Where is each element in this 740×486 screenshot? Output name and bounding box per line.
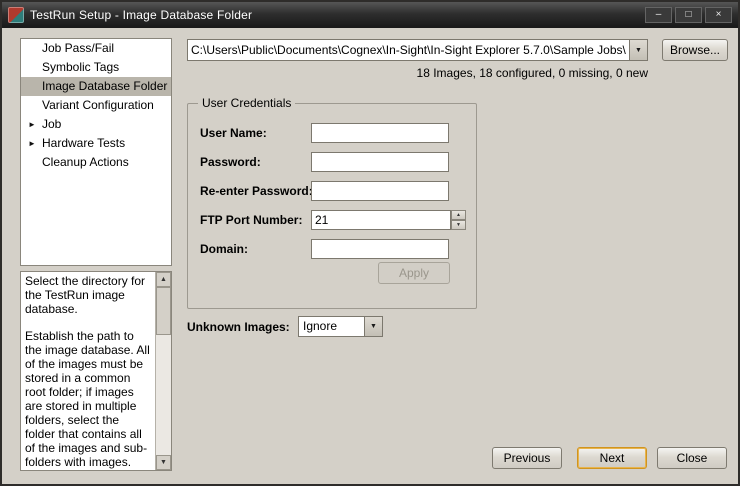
path-dropdown-button[interactable]: ▼: [629, 40, 647, 60]
close-button[interactable]: Close: [657, 447, 727, 469]
password-input[interactable]: [311, 152, 449, 172]
description-paragraph: Establish the path to the image database…: [25, 329, 152, 469]
ftp-port-spinner: ▲ ▼: [451, 210, 466, 230]
unknown-images-dropdown-button[interactable]: ▼: [364, 317, 382, 336]
spinner-up-icon[interactable]: ▲: [451, 210, 466, 220]
maximize-button[interactable]: □: [675, 7, 702, 23]
user-credentials-group: User Credentials User Name: Password: Re…: [187, 103, 477, 309]
sidebar-item-variant-configuration[interactable]: Variant Configuration: [21, 96, 171, 115]
domain-label: Domain:: [200, 239, 248, 259]
browse-button[interactable]: Browse...: [662, 39, 728, 61]
sidebar-item-symbolic-tags[interactable]: Symbolic Tags: [21, 58, 171, 77]
title-bar[interactable]: TestRun Setup - Image Database Folder – …: [2, 2, 738, 28]
sidebar-item-hardware-tests[interactable]: ► Hardware Tests: [21, 134, 171, 153]
password-label: Password:: [200, 152, 261, 172]
sidebar-item-job-pass-fail[interactable]: Job Pass/Fail: [21, 39, 171, 58]
user-name-input[interactable]: [311, 123, 449, 143]
minimize-button[interactable]: –: [645, 7, 672, 23]
ftp-port-input[interactable]: [311, 210, 451, 230]
sidebar-item-cleanup-actions[interactable]: Cleanup Actions: [21, 153, 171, 172]
sidebar-item-label: Job Pass/Fail: [42, 41, 114, 55]
sidebar-item-label: Hardware Tests: [42, 136, 125, 150]
image-count-status: 18 Images, 18 configured, 0 missing, 0 n…: [187, 66, 648, 80]
sidebar-item-label: Job: [42, 117, 61, 131]
testrun-setup-window: TestRun Setup - Image Database Folder – …: [0, 0, 740, 486]
spinner-down-icon[interactable]: ▼: [451, 220, 466, 230]
setup-steps-list: Job Pass/Fail Symbolic Tags Image Databa…: [20, 38, 172, 266]
expand-arrow-icon: ►: [28, 134, 36, 153]
description-text: Select the directory for the TestRun ima…: [21, 272, 155, 470]
sidebar-item-label: Cleanup Actions: [42, 155, 129, 169]
titlebar-close-button[interactable]: ×: [705, 7, 732, 23]
reenter-password-label: Re-enter Password:: [200, 181, 313, 201]
unknown-images-dropdown[interactable]: Ignore ▼: [298, 316, 383, 337]
description-scrollbar[interactable]: ▲ ▼: [155, 272, 171, 470]
reenter-password-input[interactable]: [311, 181, 449, 201]
window-controls: – □ ×: [645, 7, 732, 23]
unknown-images-value: Ignore: [299, 317, 364, 336]
unknown-images-label: Unknown Images:: [187, 317, 290, 338]
description-box: Select the directory for the TestRun ima…: [20, 271, 172, 471]
domain-input[interactable]: [311, 239, 449, 259]
user-name-label: User Name:: [200, 123, 267, 143]
app-icon: [8, 7, 24, 23]
scroll-down-icon[interactable]: ▼: [156, 455, 171, 470]
image-database-path-combobox: ▼: [187, 39, 648, 61]
previous-button[interactable]: Previous: [492, 447, 562, 469]
description-paragraph: Select the directory for the TestRun ima…: [25, 274, 152, 316]
apply-button: Apply: [378, 262, 450, 284]
scrollbar-thumb[interactable]: [156, 287, 171, 335]
group-title: User Credentials: [198, 96, 295, 110]
next-button[interactable]: Next: [577, 447, 647, 469]
sidebar-item-label: Symbolic Tags: [42, 60, 119, 74]
sidebar-item-job[interactable]: ► Job: [21, 115, 171, 134]
ftp-port-label: FTP Port Number:: [200, 210, 302, 230]
sidebar-item-label: Image Database Folder: [42, 79, 167, 93]
sidebar-item-label: Variant Configuration: [42, 98, 154, 112]
expand-arrow-icon: ►: [28, 115, 36, 134]
window-title: TestRun Setup - Image Database Folder: [30, 8, 252, 22]
image-database-path-input[interactable]: [188, 40, 629, 60]
scroll-up-icon[interactable]: ▲: [156, 272, 171, 287]
sidebar-item-image-database-folder[interactable]: Image Database Folder: [21, 77, 171, 96]
chevron-down-icon: ▼: [370, 323, 377, 330]
chevron-down-icon: ▼: [635, 47, 642, 54]
